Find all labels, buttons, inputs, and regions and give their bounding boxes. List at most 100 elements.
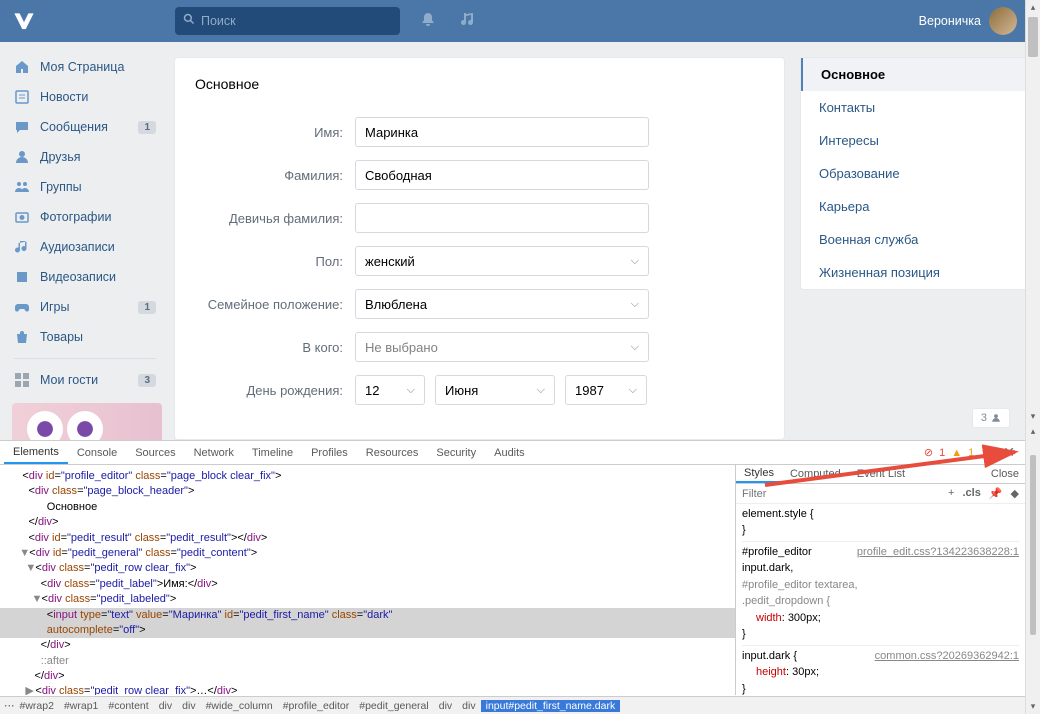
- sidebar-item-market[interactable]: Товары: [6, 322, 164, 352]
- styles-filter-input[interactable]: [742, 488, 942, 500]
- tab-sources[interactable]: Sources: [126, 441, 184, 464]
- pin-icon[interactable]: 📌: [989, 487, 1003, 500]
- sidebar-item-video[interactable]: Видеозаписи: [6, 262, 164, 292]
- bday-year-select[interactable]: 1987⌵: [565, 375, 647, 405]
- guests-icon: [12, 370, 32, 390]
- photo-icon: [12, 207, 32, 227]
- scroll-up-button-2[interactable]: ▴: [1026, 424, 1040, 439]
- label-bday: День рождения:: [195, 383, 355, 398]
- maiden-name-input[interactable]: [355, 203, 649, 233]
- sidebar-label: Игры: [40, 300, 69, 314]
- search-icon: [183, 12, 195, 30]
- sidebar-item-audio[interactable]: Аудиозаписи: [6, 232, 164, 262]
- sidebar-label: Мои гости: [40, 373, 98, 387]
- tab-security[interactable]: Security: [427, 441, 485, 464]
- audio-icon: [12, 237, 32, 257]
- page-scrollbar[interactable]: ▴ ▾ ▴ ▾: [1025, 0, 1040, 714]
- vk-logo[interactable]: [10, 9, 45, 34]
- home-icon: [12, 57, 32, 77]
- label-sex: Пол:: [195, 254, 355, 269]
- groups-icon: [12, 177, 32, 197]
- panel-title: Основное: [195, 76, 764, 92]
- avatar[interactable]: [989, 7, 1017, 35]
- label-maiden-name: Девичья фамилия:: [195, 211, 355, 226]
- sidebar-separator: [14, 358, 156, 359]
- sidebar-label: Товары: [40, 330, 83, 344]
- games-icon: [12, 297, 32, 317]
- cls-toggle[interactable]: .cls: [962, 487, 980, 500]
- nav-item-life[interactable]: Жизненная позиция: [801, 256, 1029, 289]
- nav-item-education[interactable]: Образование: [801, 157, 1029, 190]
- tab-console[interactable]: Console: [68, 441, 126, 464]
- event-listeners-tab[interactable]: Event List: [849, 465, 913, 483]
- chevron-down-icon: ⌵: [407, 384, 415, 397]
- notifications-icon[interactable]: [420, 11, 436, 32]
- sex-select[interactable]: женский⌵: [355, 246, 649, 276]
- sidebar-item-my-page[interactable]: Моя Страница: [6, 52, 164, 82]
- scroll-up-button[interactable]: ▴: [1026, 0, 1040, 15]
- label-first-name: Имя:: [195, 125, 355, 140]
- tab-timeline[interactable]: Timeline: [243, 441, 302, 464]
- username-label[interactable]: Вероничка: [919, 14, 981, 28]
- nav-item-contacts[interactable]: Контакты: [801, 91, 1029, 124]
- relation-select[interactable]: Влюблена⌵: [355, 289, 649, 319]
- tab-profiles[interactable]: Profiles: [302, 441, 357, 464]
- settings-nav: Основное Контакты Интересы Образование К…: [800, 57, 1030, 290]
- sidebar-label: Моя Страница: [40, 60, 124, 74]
- computed-tab[interactable]: Computed: [782, 465, 849, 483]
- nav-item-career[interactable]: Карьера: [801, 190, 1029, 223]
- video-icon: [12, 267, 32, 287]
- nav-item-main[interactable]: Основное: [801, 58, 1029, 91]
- tab-audits[interactable]: Audits: [485, 441, 534, 464]
- sidebar-item-photos[interactable]: Фотографии: [6, 202, 164, 232]
- market-icon: [12, 327, 32, 347]
- sidebar-item-news[interactable]: Новости: [6, 82, 164, 112]
- add-rule-icon[interactable]: +: [948, 487, 954, 500]
- bday-month-select[interactable]: Июня⌵: [435, 375, 555, 405]
- styles-close-button[interactable]: Close: [985, 468, 1025, 480]
- top-header: Вероничка ▾: [0, 0, 1040, 42]
- profile-edit-panel: Основное Имя: Фамилия: Девичья фамилия: …: [174, 57, 785, 440]
- sidebar-item-groups[interactable]: Группы: [6, 172, 164, 202]
- warning-count-icon[interactable]: ▲: [951, 447, 962, 459]
- scroll-down-button-2[interactable]: ▾: [1026, 699, 1040, 714]
- error-count-icon[interactable]: ⊘: [924, 446, 933, 459]
- scroll-thumb[interactable]: [1028, 17, 1038, 57]
- devtools-menu-icon[interactable]: ⋮: [980, 446, 991, 459]
- last-name-input[interactable]: [355, 160, 649, 190]
- label-last-name: Фамилия:: [195, 168, 355, 183]
- sidebar-label: Аудиозаписи: [40, 240, 115, 254]
- tab-resources[interactable]: Resources: [357, 441, 428, 464]
- scroll-down-button[interactable]: ▾: [1026, 409, 1040, 424]
- devtools-close-button[interactable]: ✕: [997, 444, 1021, 461]
- css-rules[interactable]: element.style { } profile_edit.css?13422…: [736, 504, 1025, 695]
- bday-day-select[interactable]: 12⌵: [355, 375, 425, 405]
- search-input[interactable]: [201, 14, 392, 28]
- sidebar-item-messages[interactable]: Сообщения 1: [6, 112, 164, 142]
- first-name-input[interactable]: [355, 117, 649, 147]
- tab-elements[interactable]: Elements: [4, 441, 68, 464]
- messages-icon: [12, 117, 32, 137]
- tab-network[interactable]: Network: [185, 441, 243, 464]
- elements-tree[interactable]: <div id="profile_editor" class="page_blo…: [0, 465, 735, 695]
- breadcrumb-path[interactable]: ⋯ #wrap2 #wrap1 #content div div #wide_c…: [0, 696, 1025, 714]
- chevron-down-icon: ⌵: [631, 341, 639, 354]
- sidebar-item-guests[interactable]: Мои гости3: [6, 365, 164, 395]
- nav-item-interests[interactable]: Интересы: [801, 124, 1029, 157]
- label-partner: В кого:: [195, 340, 355, 355]
- sidebar-item-friends[interactable]: Друзья: [6, 142, 164, 172]
- news-icon: [12, 87, 32, 107]
- partner-select[interactable]: Не выбрано⌵: [355, 332, 649, 362]
- styles-tab[interactable]: Styles: [736, 465, 782, 483]
- sidebar-label: Видеозаписи: [40, 270, 116, 284]
- hov-toggle[interactable]: ◆: [1011, 487, 1019, 500]
- sidebar-label: Сообщения: [40, 120, 108, 134]
- label-relation: Семейное положение:: [195, 297, 355, 312]
- scroll-thumb-2[interactable]: [1030, 455, 1036, 635]
- badge: 1: [138, 121, 156, 134]
- search-box[interactable]: [175, 7, 400, 35]
- music-icon[interactable]: [461, 11, 477, 32]
- guest-counter[interactable]: 3: [972, 408, 1010, 428]
- sidebar-item-games[interactable]: Игры1: [6, 292, 164, 322]
- nav-item-military[interactable]: Военная служба: [801, 223, 1029, 256]
